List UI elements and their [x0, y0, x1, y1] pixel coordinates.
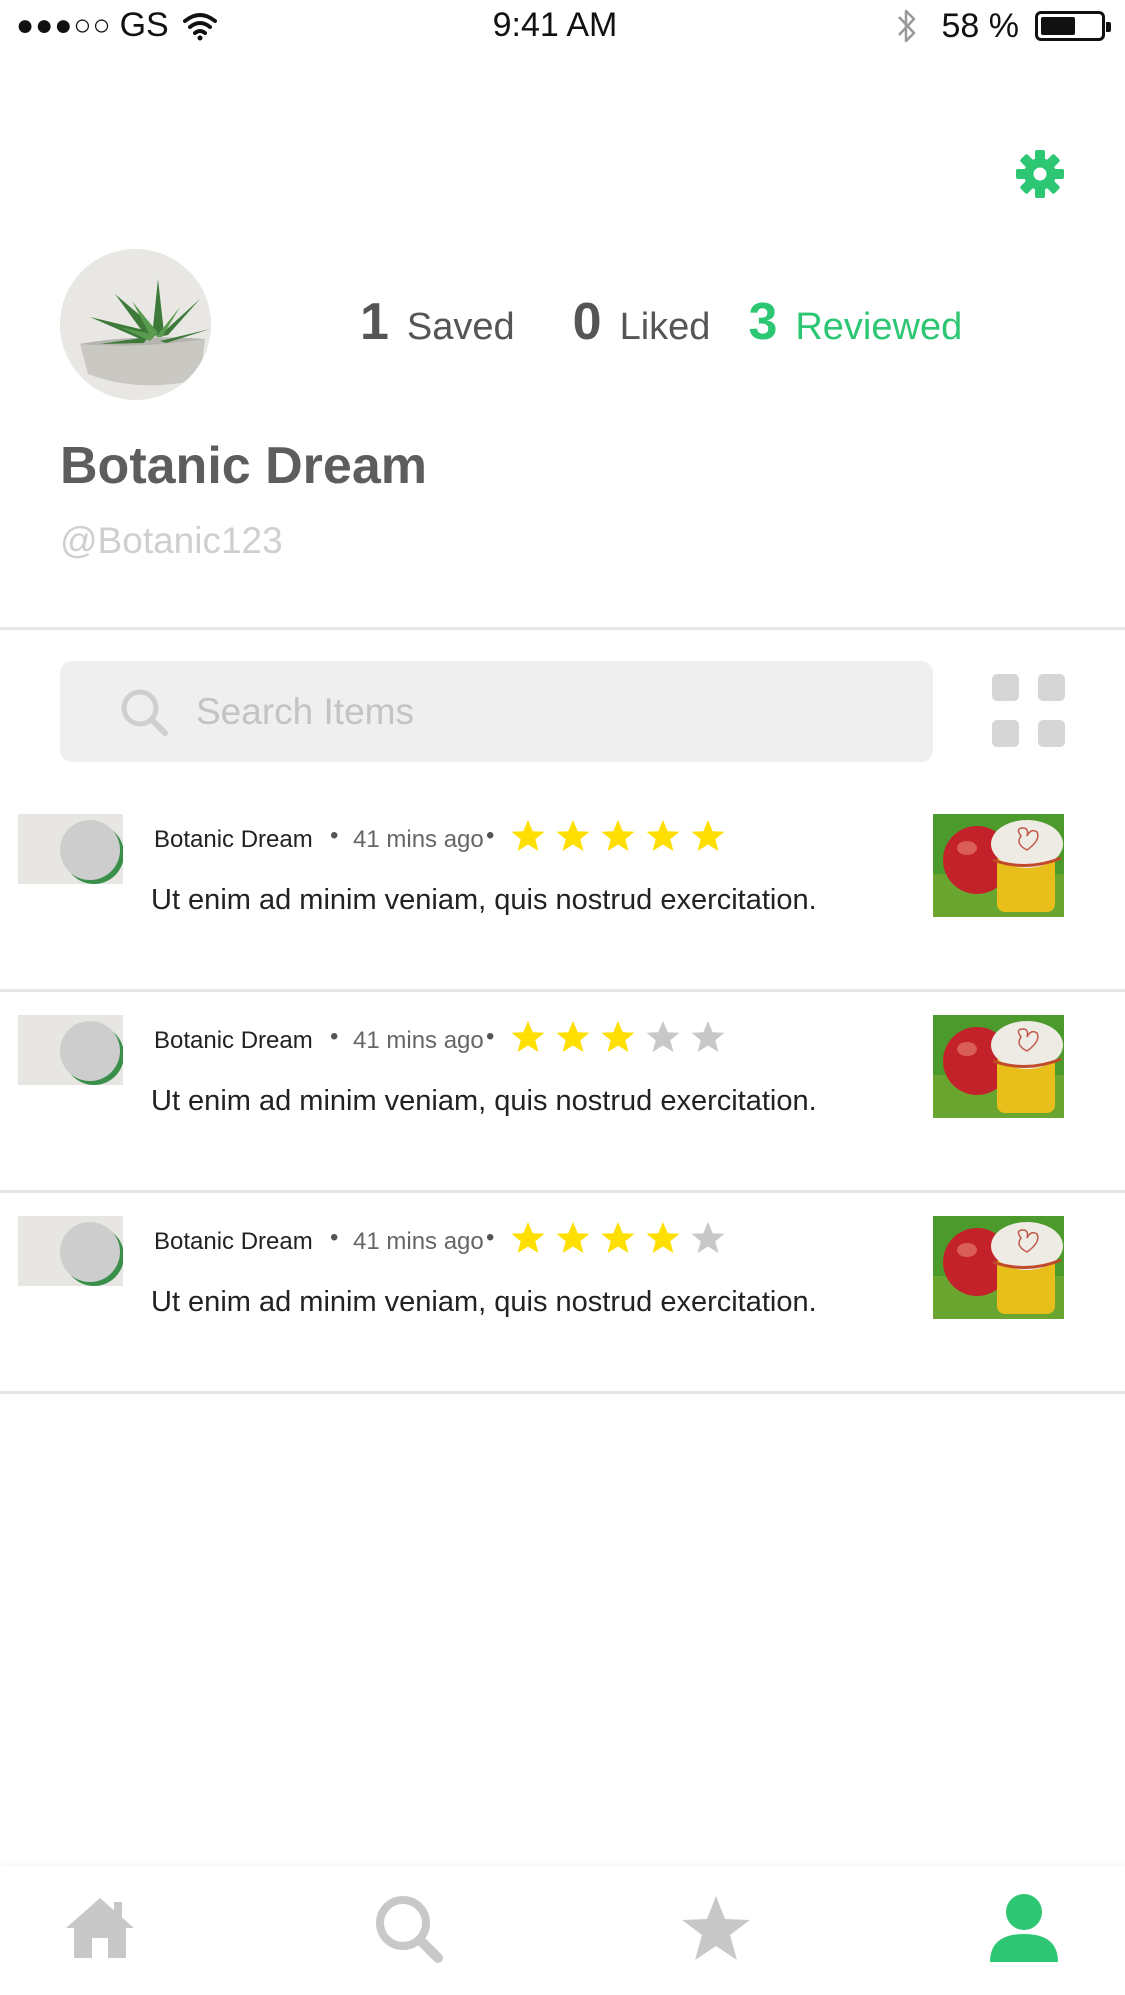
- separator-dot: •: [330, 1023, 339, 1050]
- star-filled-icon: [511, 1222, 545, 1253]
- stat-liked-label: Liked: [619, 306, 711, 348]
- star-filled-icon: [601, 820, 635, 851]
- review-text: Ut enim ad minim veniam, quis nostrud ex…: [151, 1085, 817, 1117]
- product-image[interactable]: [933, 1216, 1064, 1319]
- divider: [0, 1190, 1125, 1193]
- star-empty-icon: [691, 1021, 725, 1052]
- grid-cell-icon: [1038, 674, 1065, 701]
- review-row[interactable]: Botanic Dream • 41 mins ago • Ut enim ad…: [0, 1202, 1125, 1402]
- search-icon[interactable]: [372, 1892, 444, 1964]
- divider: [0, 627, 1125, 630]
- battery-percent: 58 %: [941, 6, 1020, 45]
- search-bar[interactable]: [60, 661, 933, 762]
- star-rating: [510, 818, 735, 854]
- avatar-placeholder: [60, 1222, 120, 1282]
- reviewer-avatar: [18, 1216, 123, 1286]
- star-rating: [510, 1019, 735, 1055]
- battery-icon: [1035, 11, 1111, 41]
- star-rating: [510, 1220, 735, 1256]
- separator-dot: •: [330, 1224, 339, 1251]
- succulent-plant-photo: [60, 249, 211, 400]
- separator-dot: •: [486, 822, 495, 849]
- profile-stats: 1 Saved 0 Liked 3 Reviewed: [360, 292, 962, 352]
- separator-dot: •: [486, 1023, 495, 1050]
- grid-cell-icon: [992, 720, 1019, 747]
- status-bar: ●●●○○ GS 9:41 AM 58 %: [0, 0, 1125, 56]
- apple-honey-photo: [933, 1015, 1064, 1118]
- apple-honey-photo: [933, 814, 1064, 917]
- star-filled-icon: [601, 1222, 635, 1253]
- grid-view-toggle[interactable]: [992, 674, 1067, 749]
- review-row[interactable]: Botanic Dream • 41 mins ago • Ut enim ad…: [0, 800, 1125, 1000]
- profile-handle: @Botanic123: [60, 520, 283, 561]
- product-image[interactable]: [933, 814, 1064, 917]
- review-row[interactable]: Botanic Dream • 41 mins ago • Ut enim ad…: [0, 1001, 1125, 1201]
- separator-dot: •: [330, 822, 339, 849]
- review-author: Botanic Dream: [154, 1228, 313, 1255]
- gear-icon[interactable]: [1014, 148, 1066, 200]
- review-time: 41 mins ago: [353, 1027, 484, 1054]
- star-filled-icon: [601, 1021, 635, 1052]
- tab-bar: [0, 1866, 1125, 1995]
- star-filled-icon: [511, 1021, 545, 1052]
- reviewer-avatar: [18, 1015, 123, 1085]
- stat-saved[interactable]: 1 Saved: [360, 292, 515, 352]
- apple-honey-photo: [933, 1216, 1064, 1319]
- separator-dot: •: [486, 1224, 495, 1251]
- avatar-placeholder: [60, 820, 120, 880]
- product-image[interactable]: [933, 1015, 1064, 1118]
- star-filled-icon: [556, 820, 590, 851]
- star-filled-icon: [556, 1021, 590, 1052]
- star-filled-icon: [556, 1222, 590, 1253]
- star-icon[interactable]: [680, 1892, 752, 1964]
- search-icon: [121, 689, 168, 736]
- review-time: 41 mins ago: [353, 826, 484, 853]
- divider: [0, 1391, 1125, 1394]
- star-empty-icon: [646, 1021, 680, 1052]
- profile-name: Botanic Dream: [60, 437, 427, 495]
- grid-cell-icon: [992, 674, 1019, 701]
- star-filled-icon: [511, 820, 545, 851]
- stat-saved-count: 1: [360, 293, 389, 351]
- stat-reviewed-count: 3: [748, 293, 778, 351]
- reviewer-avatar: [18, 814, 123, 884]
- star-empty-icon: [691, 1222, 725, 1253]
- profile-icon[interactable]: [988, 1892, 1060, 1964]
- status-right: 58 %: [896, 6, 1111, 46]
- battery-cap: [1106, 22, 1111, 32]
- stat-saved-label: Saved: [406, 306, 515, 348]
- review-author: Botanic Dream: [154, 826, 313, 853]
- review-text: Ut enim ad minim veniam, quis nostrud ex…: [151, 1286, 817, 1318]
- battery-fill: [1041, 17, 1075, 35]
- search-input[interactable]: [196, 690, 846, 733]
- star-filled-icon: [691, 820, 725, 851]
- divider: [0, 989, 1125, 992]
- review-author: Botanic Dream: [154, 1027, 313, 1054]
- stat-reviewed-label: Reviewed: [795, 306, 963, 348]
- bluetooth-icon: [897, 9, 915, 43]
- grid-cell-icon: [1038, 720, 1065, 747]
- review-time: 41 mins ago: [353, 1228, 484, 1255]
- home-icon[interactable]: [64, 1892, 136, 1964]
- stat-liked[interactable]: 0 Liked: [573, 292, 711, 352]
- review-text: Ut enim ad minim veniam, quis nostrud ex…: [151, 884, 817, 916]
- star-filled-icon: [646, 1222, 680, 1253]
- star-filled-icon: [646, 820, 680, 851]
- avatar[interactable]: [60, 249, 211, 400]
- stat-liked-count: 0: [572, 293, 602, 351]
- avatar-placeholder: [60, 1021, 120, 1081]
- stat-reviewed[interactable]: 3 Reviewed: [748, 292, 962, 352]
